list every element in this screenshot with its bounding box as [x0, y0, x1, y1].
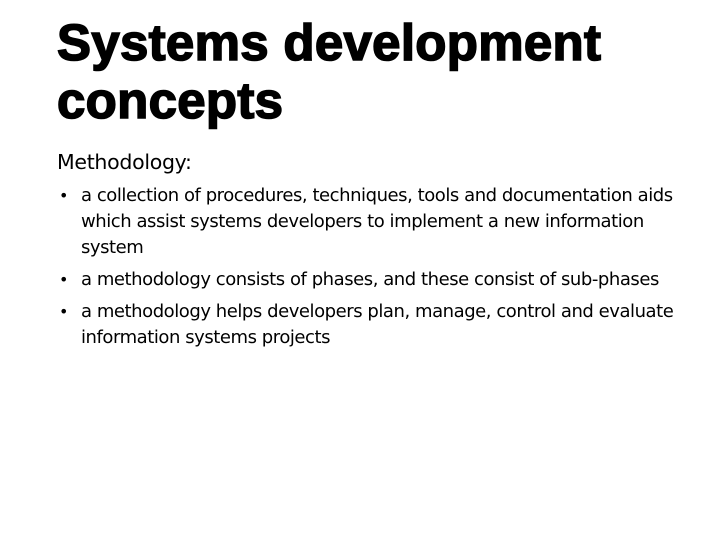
bullet-icon: • — [59, 186, 68, 205]
bullet-icon: • — [59, 270, 68, 289]
bullet-item: • a methodology helps developers plan, m… — [57, 299, 677, 351]
slide-body: Methodology: • a collection of procedure… — [57, 145, 677, 357]
bullet-icon: • — [59, 302, 68, 321]
bullet-text: a methodology helps developers plan, man… — [81, 301, 674, 348]
bullet-item: • a methodology consists of phases, and … — [57, 267, 677, 293]
bullet-text: a collection of procedures, techniques, … — [81, 185, 673, 258]
bullet-text: a methodology consists of phases, and th… — [81, 269, 659, 290]
bullet-list: • a collection of procedures, techniques… — [57, 183, 677, 351]
slide-title: Systems development concepts — [56, 13, 602, 130]
methodology-heading: Methodology: — [57, 150, 192, 174]
bullet-item: • a collection of procedures, techniques… — [57, 183, 677, 261]
